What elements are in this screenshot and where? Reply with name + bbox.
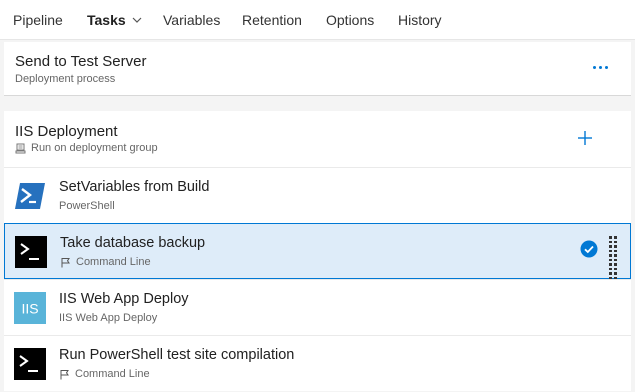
dot-icon <box>604 65 608 69</box>
tab-variables[interactable]: Variables <box>163 0 220 40</box>
phase-title: IIS Deployment <box>15 123 118 140</box>
deployment-phase[interactable]: IIS Deployment Run on deployment group <box>4 111 631 167</box>
task-name: SetVariables from Build <box>59 179 210 195</box>
tab-label: History <box>398 11 442 28</box>
tab-label: Retention <box>242 11 302 28</box>
task-item-selected[interactable]: Take database backup Command Line <box>4 223 631 279</box>
iis-icon: IIS <box>14 292 46 324</box>
plus-icon <box>578 131 592 145</box>
tab-options[interactable]: Options <box>326 0 374 40</box>
task-name: Take database backup <box>60 235 206 251</box>
task-name: Run PowerShell test site compilation <box>59 347 295 363</box>
chevron-down-icon <box>132 17 142 23</box>
add-task-button[interactable] <box>575 128 595 148</box>
task-item[interactable]: Run PowerShell test site compilation Com… <box>4 335 631 391</box>
tab-label: Pipeline <box>13 11 63 28</box>
tab-pipeline[interactable]: Pipeline <box>13 0 63 40</box>
phase-subtitle-text: Run on deployment group <box>31 142 158 154</box>
process-header[interactable]: Send to Test Server Deployment process <box>4 42 631 96</box>
task-type: Command Line <box>59 368 150 380</box>
process-title: Send to Test Server <box>15 53 147 70</box>
process-subtitle: Deployment process <box>15 73 116 85</box>
task-type-text: Command Line <box>75 368 150 380</box>
command-line-icon <box>14 348 46 380</box>
powershell-icon <box>14 180 46 212</box>
command-line-icon <box>15 236 47 268</box>
flag-icon <box>60 257 71 268</box>
tab-label: Variables <box>163 11 221 28</box>
server-icon <box>15 143 26 154</box>
tab-history[interactable]: History <box>398 0 442 40</box>
dot-icon <box>592 65 596 69</box>
tab-retention[interactable]: Retention <box>242 0 302 40</box>
task-type: Command Line <box>60 256 151 268</box>
tab-tasks[interactable]: Tasks <box>87 0 142 40</box>
task-type-text: IIS Web App Deploy <box>59 312 158 324</box>
tab-label: Options <box>326 11 375 28</box>
dot-icon <box>598 65 602 69</box>
tab-label: Tasks <box>87 11 126 28</box>
task-type: PowerShell <box>59 200 115 212</box>
task-type-text: PowerShell <box>59 200 115 212</box>
task-type: IIS Web App Deploy <box>59 312 157 324</box>
flag-icon <box>59 369 70 380</box>
task-item[interactable]: IIS IIS Web App Deploy IIS Web App Deplo… <box>4 279 631 335</box>
task-item[interactable]: SetVariables from Build PowerShell <box>4 167 631 223</box>
more-options-button[interactable] <box>587 56 613 78</box>
drag-handle-icon[interactable] <box>609 236 617 279</box>
tab-bar: Pipeline Tasks Variables Retention Optio… <box>0 0 635 40</box>
check-circle-icon <box>580 240 598 258</box>
phase-subtitle: Run on deployment group <box>15 142 158 154</box>
task-name: IIS Web App Deploy <box>59 291 189 307</box>
iis-icon-text: IIS <box>21 301 38 317</box>
task-type-text: Command Line <box>76 256 151 268</box>
